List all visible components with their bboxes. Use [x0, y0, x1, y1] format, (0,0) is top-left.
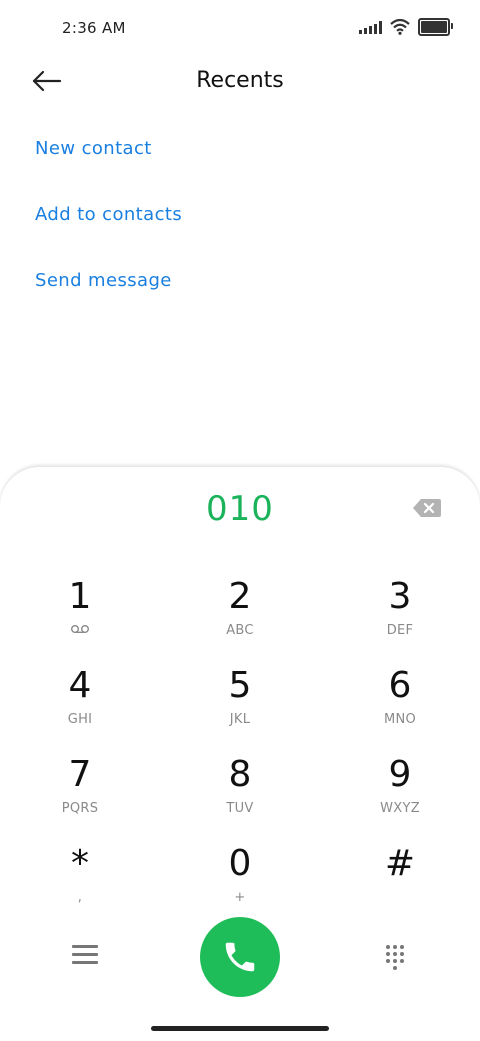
backspace-button[interactable] [412, 497, 442, 519]
key-digit: 8 [228, 754, 252, 795]
header: Recents [0, 56, 480, 108]
status-bar: 2:36 AM [0, 0, 480, 56]
page-title: Recents [196, 68, 284, 93]
key-sub [20, 623, 140, 639]
key-digit: 6 [388, 665, 412, 706]
dial-number-display: 010 [206, 489, 274, 529]
key-8[interactable]: 8 TUV [180, 755, 300, 835]
key-6[interactable]: 6 MNO [340, 666, 460, 746]
keypad-icon [386, 945, 404, 970]
key-letters: MNO [383, 712, 417, 727]
add-to-contacts-link[interactable]: Add to contacts [35, 204, 182, 225]
key-star[interactable]: * , [20, 844, 140, 924]
keypad-toggle-button[interactable] [384, 944, 406, 970]
key-digit: # [384, 843, 416, 884]
key-7[interactable]: 7 PQRS [20, 755, 140, 835]
menu-icon [72, 945, 98, 964]
voicemail-icon [71, 625, 89, 633]
battery-icon [418, 18, 453, 36]
key-letters: , [77, 890, 83, 905]
key-digit: 9 [388, 754, 412, 795]
key-2[interactable]: 2 ABC [180, 577, 300, 657]
key-hash[interactable]: # [340, 844, 460, 924]
new-contact-link[interactable]: New contact [35, 138, 152, 159]
key-letters [340, 890, 460, 906]
send-message-link[interactable]: Send message [35, 270, 172, 291]
dialer-bottom-bar [0, 915, 480, 999]
key-9[interactable]: 9 WXYZ [340, 755, 460, 835]
key-3[interactable]: 3 DEF [340, 577, 460, 657]
key-letters: PQRS [61, 801, 99, 816]
key-letters: JKL [229, 712, 251, 727]
key-digit: 3 [388, 576, 412, 617]
key-digit: 7 [68, 754, 92, 795]
key-digit: 2 [228, 576, 252, 617]
key-digit: 4 [68, 665, 92, 706]
home-indicator[interactable] [151, 1026, 329, 1031]
key-1[interactable]: 1 [20, 577, 140, 657]
key-letters: ABC [226, 623, 254, 638]
key-letters: DEF [386, 623, 414, 638]
key-digit: 0 [228, 843, 252, 884]
key-letters: TUV [226, 801, 254, 816]
key-digit: 1 [68, 576, 92, 617]
key-letters: GHI [67, 712, 93, 727]
backspace-icon [413, 499, 441, 517]
key-5[interactable]: 5 JKL [180, 666, 300, 746]
call-button[interactable] [200, 917, 280, 997]
wifi-icon [390, 19, 410, 35]
dialer-panel: 010 1 2 ABC 3 DEF 4 GHI 5 JKL 6 MNO 7 PQ… [0, 466, 480, 1041]
phone-icon [225, 942, 255, 972]
status-icons [359, 18, 453, 36]
key-digit: 5 [228, 665, 252, 706]
key-digit: * [71, 843, 89, 884]
key-letters: + [234, 890, 246, 905]
key-letters: WXYZ [380, 801, 420, 816]
key-4[interactable]: 4 GHI [20, 666, 140, 746]
status-time: 2:36 AM [62, 19, 126, 37]
key-0[interactable]: 0 + [180, 844, 300, 924]
menu-button[interactable] [72, 945, 98, 969]
signal-icon [359, 20, 382, 34]
